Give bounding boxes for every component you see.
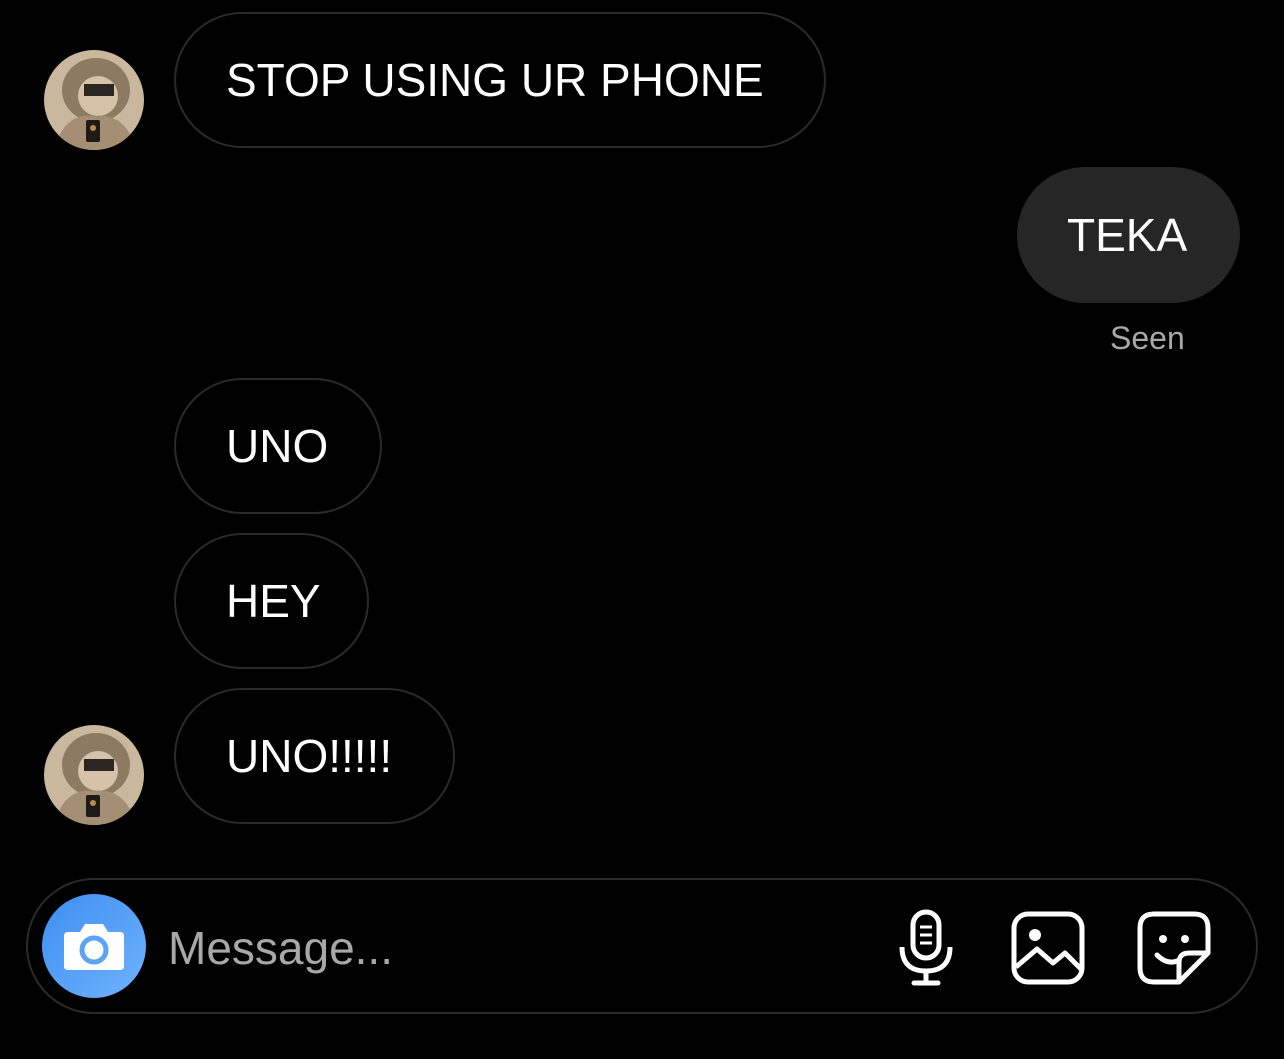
- voice-message-button[interactable]: [886, 908, 966, 988]
- sender-avatar[interactable]: [44, 725, 144, 825]
- message-text: STOP USING UR PHONE: [226, 54, 764, 106]
- avatar-image: [44, 50, 144, 150]
- outgoing-message-bubble[interactable]: TEKA: [1017, 167, 1240, 303]
- camera-button[interactable]: [42, 894, 146, 998]
- message-text: HEY: [226, 575, 321, 627]
- message-input[interactable]: [168, 916, 828, 980]
- incoming-message-bubble[interactable]: HEY: [174, 533, 369, 669]
- gallery-icon: [1011, 911, 1085, 985]
- seen-status: Seen: [1110, 320, 1185, 356]
- avatar-image: [44, 725, 144, 825]
- message-text: UNO: [226, 420, 329, 472]
- sticker-button[interactable]: [1134, 908, 1214, 988]
- camera-icon: [64, 924, 124, 970]
- microphone-icon: [899, 909, 953, 986]
- gallery-button[interactable]: [1008, 908, 1088, 988]
- incoming-message-bubble[interactable]: STOP USING UR PHONE: [174, 12, 826, 148]
- sticker-icon: [1137, 911, 1211, 985]
- message-composer: [26, 878, 1258, 1014]
- incoming-message-bubble[interactable]: UNO!!!!!: [174, 688, 455, 824]
- chat-screen: STOP USING UR PHONE TEKA Seen UNO HEY UN…: [0, 0, 1284, 1059]
- message-text: TEKA: [1067, 209, 1188, 261]
- incoming-message-bubble[interactable]: UNO: [174, 378, 382, 514]
- message-text: UNO!!!!!: [226, 730, 393, 782]
- sender-avatar[interactable]: [44, 50, 144, 150]
